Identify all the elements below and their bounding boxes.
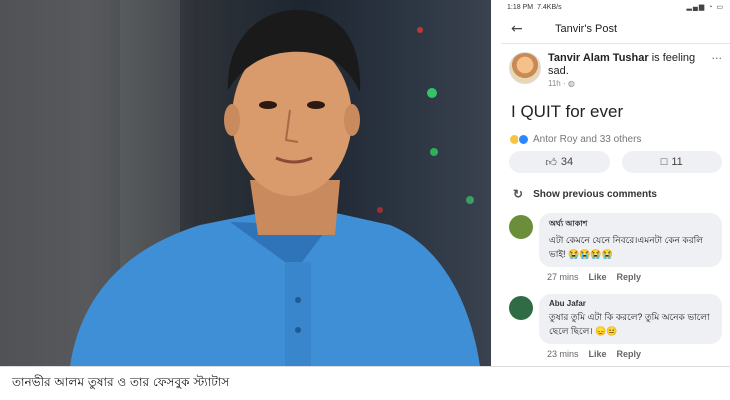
globe-icon: · ◍ xyxy=(563,79,575,88)
facebook-post-screenshot: 1:18 PM 7.4KB/s ▂▄▆ ◔ ▭ ← Tanvir's Post … xyxy=(501,0,730,366)
like-count: 34 xyxy=(560,156,574,168)
comment-bubble: অর্ঘ্য আকাশ এটা কেমনে যেনে নিবরে।এমনটা ক… xyxy=(539,213,722,267)
status-bar: 1:18 PM 7.4KB/s ▂▄▆ ◔ ▭ xyxy=(501,0,730,14)
comment-reply-link[interactable]: Reply xyxy=(617,272,642,282)
post-top-bar: ← Tanvir's Post xyxy=(501,14,730,44)
author-name[interactable]: Tanvir Alam Tushar xyxy=(548,52,649,64)
comment-time: 27 mins xyxy=(547,272,579,282)
photo-caption: তানভীর আলম তুষার ও তার ফেসবুক স্ট্যাটাস xyxy=(0,366,730,400)
comment-button[interactable]: □ 11 xyxy=(621,151,722,173)
post-text: I QUIT for ever xyxy=(511,102,624,121)
reactions-text: Antor Roy and 33 others xyxy=(533,134,642,145)
comment-time: 23 mins xyxy=(547,349,579,359)
status-time: 1:18 PM xyxy=(507,3,534,11)
commenter-avatar[interactable] xyxy=(509,215,533,239)
comment-actions: 23 mins Like Reply xyxy=(539,344,722,359)
status-icons: ▂▄▆ ◔ ▭ xyxy=(686,4,724,11)
page-title: Tanvir's Post xyxy=(555,22,618,35)
thumbs-up-icon: 👍︎ xyxy=(545,156,557,169)
author-avatar[interactable] xyxy=(509,52,541,84)
like-button[interactable]: 👍︎ 34 xyxy=(509,151,610,173)
comment-text: এটা কেমনে যেনে নিবরে।এমনটা কেন করলি ভাই!… xyxy=(549,235,703,259)
comment-item: অর্ঘ্য আকাশ এটা কেমনে যেনে নিবরে।এমনটা ক… xyxy=(501,201,730,282)
comment-actions: 27 mins Like Reply xyxy=(539,267,722,282)
commenter-avatar[interactable] xyxy=(509,296,533,320)
commenter-name[interactable]: অর্ঘ্য আকাশ xyxy=(549,218,712,231)
reactions-summary[interactable]: Antor Roy and 33 others xyxy=(501,122,730,145)
comment-like-link[interactable]: Like xyxy=(589,349,607,359)
post-header: Tanvir Alam Tushar is feeling sad. 11h ·… xyxy=(501,44,730,88)
commenter-name[interactable]: Abu Jafar xyxy=(549,299,712,308)
comment-icon: □ xyxy=(660,156,668,168)
show-previous-comments[interactable]: ↻ Show previous comments xyxy=(501,173,730,201)
comment-like-link[interactable]: Like xyxy=(589,272,607,282)
comment-count: 11 xyxy=(671,156,683,168)
portrait-image xyxy=(0,0,480,366)
post-actions: 👍︎ 34 □ 11 xyxy=(501,145,730,173)
refresh-icon: ↻ xyxy=(513,187,524,201)
news-photo xyxy=(0,0,491,366)
more-options-icon[interactable]: ··· xyxy=(712,52,723,88)
status-speed: 7.4KB/s xyxy=(537,3,562,11)
comment-reply-link[interactable]: Reply xyxy=(617,349,642,359)
show-previous-label: Show previous comments xyxy=(533,188,657,200)
comment-bubble: Abu Jafar তুষার তুমি এটা কি করলে? তুমি অ… xyxy=(539,294,722,344)
like-reaction-icon xyxy=(518,134,529,145)
comment-text: তুষার তুমি এটা কি করলে? তুমি অনেক ভালো ছ… xyxy=(549,312,710,336)
post-time[interactable]: 11h xyxy=(548,79,561,88)
comment-item: Abu Jafar তুষার তুমি এটা কি করলে? তুমি অ… xyxy=(501,282,730,359)
back-arrow-icon[interactable]: ← xyxy=(511,21,537,37)
